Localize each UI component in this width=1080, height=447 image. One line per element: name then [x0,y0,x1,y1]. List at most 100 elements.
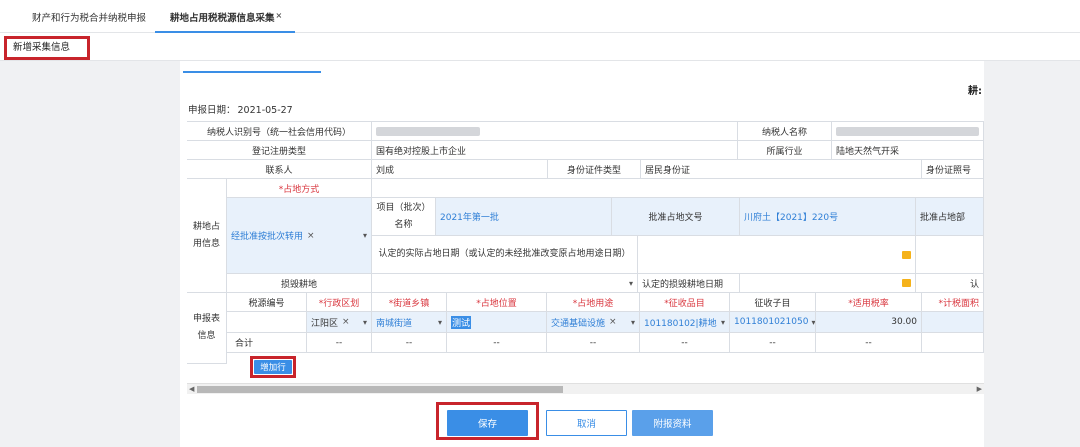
col-header: 征收子目 [730,293,816,312]
id-type-label: 身份证件类型 [548,160,641,179]
save-button[interactable]: 保存 [447,410,528,436]
col-header: *占地位置 [447,293,547,312]
col-header: *适用税率 [816,293,922,312]
total-cell: -- [640,333,730,353]
toolbar: 新增采集信息 [0,33,1080,61]
damage-date-picker[interactable] [740,274,916,293]
tab-label: 财产和行为税合并纳税申报 [32,13,147,24]
inner-tab-indicator [183,71,321,73]
approval-dept-label: 批准占地部 [916,198,984,236]
declaration-date-value: 2021-05-27 [237,105,293,116]
tab-farmland-tax-collection[interactable]: 耕地占用税税源信息采集× [170,10,282,24]
form-title: 耕: [968,86,982,97]
tax-source-no-cell [227,312,307,333]
reg-type-label: 登记注册类型 [187,141,372,160]
chevron-down-icon[interactable]: ▾ [808,318,815,327]
chevron-down-icon[interactable]: ▾ [626,279,633,288]
col-header-text: *街道乡镇 [388,298,430,309]
project-name-label: 项目（批次）名称 [372,198,436,236]
col-header-text: *占地位置 [476,298,517,309]
add-row-highlight: 增加行 [250,356,296,378]
damage-tail-label: 认 [916,274,984,293]
approval-doc-field[interactable]: 川府土【2021】220号 [740,198,916,236]
id-type-value: 居民身份证 [641,160,922,179]
area-input[interactable] [922,312,984,333]
district-select[interactable]: 江阳区 × ▾ [307,312,372,333]
occupy-method-value: 经批准按批次转用 [231,232,304,242]
chevron-down-icon[interactable]: ▾ [628,318,635,327]
col-header: 税源编号 [227,293,307,312]
project-name-field[interactable]: 2021年第一批 [436,198,612,236]
damage-label: 损毁耕地 [227,274,372,293]
col-header: *征收品目 [640,293,730,312]
occupy-section-label: 耕地占用信息 [187,179,227,293]
chevron-down-icon[interactable]: ▾ [360,318,367,327]
scrollbar-thumb[interactable] [197,386,563,393]
total-cell: -- [372,333,447,353]
clear-icon[interactable]: × [609,317,617,327]
actual-date-spacer [916,236,984,274]
clear-icon[interactable]: × [307,231,315,241]
total-cell: -- [447,333,547,353]
total-cell [922,333,984,353]
calendar-icon[interactable] [902,279,911,287]
declaration-date-label: 申报日期： [188,105,236,116]
approval-doc-label: 批准占地文号 [612,198,740,236]
redacted-value [836,126,979,136]
declaration-date: 申报日期： 2021-05-27 [188,102,293,116]
total-cell: -- [307,333,372,353]
industry-value: 陆地天然气开采 [832,141,984,160]
col-header: *占地用途 [547,293,640,312]
contact-label: 联系人 [187,160,372,179]
street-value: 南城街道 [376,318,413,329]
location-value: 测试 [451,315,472,329]
calendar-icon[interactable] [902,250,911,259]
clear-icon[interactable]: × [342,317,350,327]
col-header: *计税面积 [922,293,984,312]
approval-doc-value: 川府土【2021】220号 [744,213,839,223]
damage-select[interactable]: ▾ [372,274,638,293]
report-section-label: 申报表信息 [187,293,227,364]
form-grid: 纳税人识别号（统一社会信用代码） 纳税人名称 登记注册类型 国有绝对控股上市企业… [187,121,984,396]
tab-combined-declaration[interactable]: 财产和行为税合并纳税申报 [32,10,146,24]
location-input[interactable]: 测试 [447,312,547,333]
col-header-text: *征收品目 [664,298,705,309]
new-collection-button[interactable]: 新增采集信息 [4,36,90,60]
total-cell: -- [816,333,922,353]
chevron-down-icon[interactable]: ▾ [718,318,725,327]
taxpayer-id-value [372,122,738,141]
tab-bar: 财产和行为税合并纳税申报 耕地占用税税源信息采集× [0,0,1080,33]
total-cell: -- [730,333,816,353]
rate-value[interactable]: 30.00 [816,312,922,333]
subitem-select[interactable]: 1011801021050 ▾ [730,312,816,333]
district-value: 江阳区 [311,318,339,329]
damage-date-label: 认定的损毁耕地日期 [638,274,740,293]
occupy-method-spacer [372,179,984,198]
col-header-text: *行政区划 [318,298,360,309]
scroll-right-icon[interactable]: ▶ [977,385,982,393]
street-select[interactable]: 南城街道 ▾ [372,312,447,333]
horizontal-scrollbar[interactable]: ◀ ▶ [187,383,984,394]
usage-select[interactable]: 交通基础设施 × ▾ [547,312,640,333]
chevron-down-icon[interactable]: ▾ [435,318,442,327]
attach-materials-button[interactable]: 附报资料 [632,410,713,436]
id-no-label: 身份证照号 [922,160,984,179]
scroll-left-icon[interactable]: ◀ [189,385,194,393]
actual-date-picker[interactable] [638,236,916,274]
close-icon[interactable]: × [276,11,283,20]
taxpayer-id-label: 纳税人识别号（统一社会信用代码） [187,122,372,141]
tab-label: 耕地占用税税源信息采集 [170,13,275,24]
item-select[interactable]: 101180102|耕地 ▾ [640,312,730,333]
total-label: 合计 [227,333,307,353]
chevron-down-icon[interactable]: ▾ [360,231,367,240]
col-header-text: *计税面积 [938,298,979,309]
occupy-method-label: *占地方式 [227,179,372,198]
actual-date-label: 认定的实际占地日期（或认定的未经批准改变原占地用途日期） [372,236,638,274]
occupy-method-label-text: *占地方式 [278,184,320,195]
add-row-button[interactable]: 增加行 [254,360,292,374]
total-cell: -- [547,333,640,353]
usage-value: 交通基础设施 [551,318,606,329]
taxpayer-name-value [832,122,984,141]
cancel-button[interactable]: 取消 [546,410,627,436]
occupy-method-select[interactable]: 经批准按批次转用 × ▾ [227,198,372,274]
